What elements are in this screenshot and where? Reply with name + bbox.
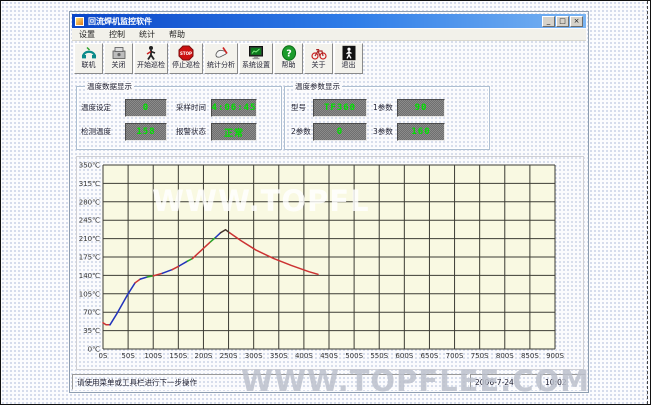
titlebar[interactable]: 回流焊机监控软件 _ □ × [72,14,586,28]
svg-text:105℃: 105℃ [79,290,100,298]
svg-text:850S: 850S [521,352,539,360]
tool-label: 停止巡检 [172,61,200,70]
phone-connect-icon [81,45,97,61]
status-message: 请使用菜单或工具栏进行下一步操作 [72,374,468,390]
tool-label: 联机 [82,61,96,70]
stop-patrol-button[interactable]: STOP 停止巡检 [169,43,203,74]
close-button[interactable]: × [570,16,583,27]
svg-text:?: ? [286,48,292,59]
measured-temp-label: 检测温度 [81,127,111,136]
param1-label: 1参数 [373,103,393,112]
monitor-icon [248,45,264,61]
status-date: 2006-7-24 [470,374,538,390]
sample-time-label: 采样时间 [176,103,206,112]
svg-text:550S: 550S [370,352,388,360]
svg-text:150S: 150S [169,352,187,360]
svg-text:750S: 750S [471,352,489,360]
menu-help[interactable]: 帮助 [162,29,192,40]
tool-label: 统计分析 [207,61,235,70]
model-display: TF360 [313,99,367,117]
temperature-chart: 0℃35℃70℃105℃140℃175℃210℃245℃280℃315℃350℃… [77,157,583,369]
svg-text:600S: 600S [395,352,413,360]
svg-text:0S: 0S [99,352,108,360]
minimize-button[interactable]: _ [542,16,555,27]
hand-pen-icon [213,45,229,61]
bicycle-icon [311,45,327,61]
groupbox-title: 温度数据显示 [85,82,134,91]
svg-text:175℃: 175℃ [79,254,100,262]
help-button[interactable]: ? 帮助 [274,43,303,74]
temperature-data-groupbox: 温度数据显示 温度设定 0 采样时间 4:06:45 检测温度 158 报警状态… [76,86,282,150]
about-button[interactable]: 关于 [304,43,333,74]
menu-stats[interactable]: 统计 [132,29,162,40]
svg-text:250S: 250S [220,352,238,360]
svg-text:100S: 100S [144,352,162,360]
svg-text:200S: 200S [195,352,213,360]
svg-text:350S: 350S [270,352,288,360]
system-settings-button[interactable]: 系统设置 [239,43,273,74]
svg-text:35℃: 35℃ [83,327,100,335]
status-time: 10:02 [540,374,586,390]
param3-label: 3参数 [373,127,393,136]
start-patrol-button[interactable]: 开始巡检 [134,43,168,74]
phone-close-icon [111,45,127,61]
menubar: 设置 控制 统计 帮助 [72,29,586,41]
svg-text:450S: 450S [320,352,338,360]
desktop: 回流焊机监控软件 _ □ × 设置 控制 统计 帮助 联机 [0,0,651,405]
svg-text:900S: 900S [546,352,564,360]
groupbox-title: 温度参数显示 [293,82,342,91]
svg-text:STOP: STOP [180,51,192,56]
svg-text:400S: 400S [295,352,313,360]
menu-settings[interactable]: 设置 [72,29,102,40]
tool-label: 系统设置 [242,61,270,70]
help-icon: ? [281,45,297,61]
svg-text:245℃: 245℃ [79,217,100,225]
disconnect-button[interactable]: 关闭 [104,43,133,74]
menu-control[interactable]: 控制 [102,29,132,40]
svg-text:70℃: 70℃ [83,309,100,317]
svg-text:650S: 650S [421,352,439,360]
tool-label: 帮助 [282,61,296,70]
tool-label: 退出 [342,61,356,70]
app-window: 回流焊机监控软件 _ □ × 设置 控制 统计 帮助 联机 [69,11,589,393]
svg-text:800S: 800S [496,352,514,360]
temp-setting-display: 0 [125,99,167,117]
model-label: 型号 [291,103,306,112]
tool-label: 关闭 [112,61,126,70]
svg-text:50S: 50S [121,352,135,360]
alarm-status-display: 正常 [211,123,257,141]
maximize-button[interactable]: □ [556,16,569,27]
measured-temp-display: 158 [125,123,167,141]
toolbar: 联机 关闭 开始巡检 [72,42,586,75]
svg-text:300S: 300S [245,352,263,360]
alarm-status-label: 报警状态 [176,127,206,136]
param1-display: 90 [397,99,445,117]
temperature-param-groupbox: 温度参数显示 型号 TF360 1参数 90 2参数 0 3参数 160 [284,86,490,150]
svg-text:140℃: 140℃ [79,272,100,280]
patrol-start-icon [143,45,159,61]
param3-display: 160 [397,123,445,141]
tool-label: 关于 [312,61,326,70]
exit-icon [341,45,357,61]
screen-border [647,1,648,404]
svg-text:280℃: 280℃ [79,198,100,206]
svg-text:315℃: 315℃ [79,180,100,188]
svg-text:210℃: 210℃ [79,235,100,243]
param2-label: 2参数 [291,127,311,136]
connect-button[interactable]: 联机 [74,43,103,74]
svg-text:500S: 500S [345,352,363,360]
svg-text:700S: 700S [446,352,464,360]
stats-analysis-button[interactable]: 统计分析 [204,43,238,74]
sample-time-display: 4:06:45 [211,99,257,117]
param2-display: 0 [313,123,367,141]
tool-label: 开始巡检 [137,61,165,70]
app-icon [75,17,84,26]
chart-panel: 0℃35℃70℃105℃140℃175℃210℃245℃280℃315℃350℃… [76,156,584,370]
temp-setting-label: 温度设定 [81,103,111,112]
statusbar: 请使用菜单或工具栏进行下一步操作 2006-7-24 10:02 [72,374,586,390]
window-title: 回流焊机监控软件 [88,16,541,27]
stop-sign-icon: STOP [178,45,194,61]
svg-text:350℃: 350℃ [79,162,100,170]
exit-button[interactable]: 退出 [334,43,363,74]
